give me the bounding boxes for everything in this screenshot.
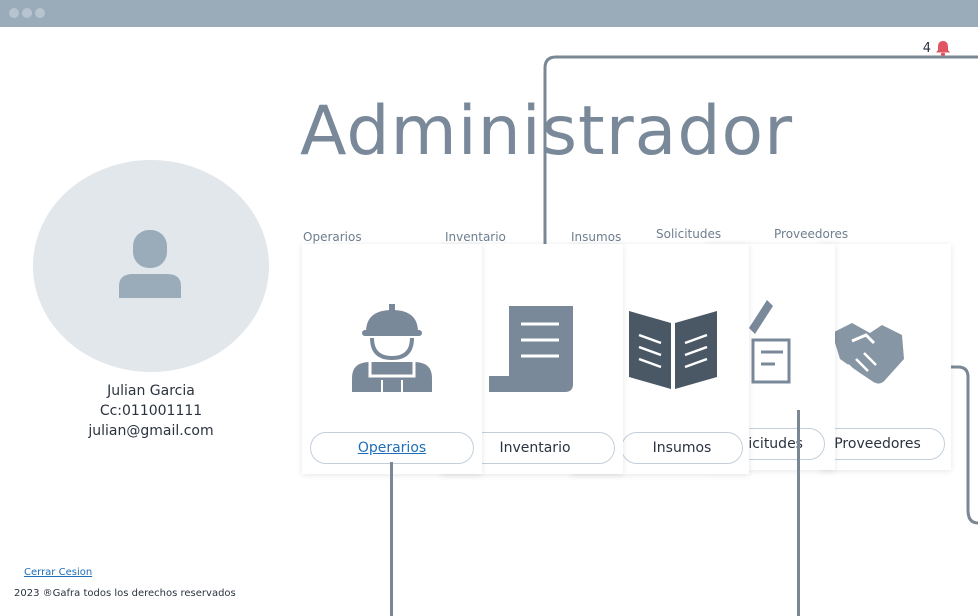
- window-dot: [22, 8, 32, 18]
- category-label-proveedores: Proveedores: [774, 227, 849, 241]
- bell-icon: [936, 41, 950, 56]
- card-operarios: Operarios: [302, 244, 482, 474]
- page-title: Administrador: [300, 92, 794, 171]
- inventario-button-label: Inventario: [499, 440, 571, 456]
- card-proveedores: Proveedores: [810, 244, 951, 470]
- window-titlebar: [0, 0, 978, 27]
- category-label-operarios: Operarios: [303, 230, 362, 244]
- user-document: Cc:011001111: [99, 403, 203, 419]
- handshake-icon: [832, 323, 904, 384]
- notification-count: 4: [922, 40, 931, 56]
- decorative-line: [390, 462, 393, 616]
- avatar: [33, 160, 269, 372]
- insumos-button[interactable]: Insumos: [621, 432, 743, 464]
- user-icon: [119, 230, 181, 298]
- category-label-insumos: Insumos: [571, 230, 622, 244]
- decorative-line: [797, 410, 800, 616]
- insumos-button-label: Insumos: [652, 440, 712, 456]
- open-book-icon: [629, 311, 717, 389]
- scroll-document-icon: [489, 306, 573, 392]
- user-info: Julian Garcia Cc:011001111 julian@gmail.…: [33, 381, 269, 441]
- window-dot: [35, 8, 45, 18]
- category-label-solicitudes: Solicitudes: [656, 227, 722, 241]
- proveedores-button-label: Proveedores: [834, 436, 921, 452]
- notifications[interactable]: 4: [923, 40, 952, 56]
- user-email: julian@gmail.com: [88, 423, 214, 439]
- logout-link[interactable]: Cerrar Cesion: [24, 567, 92, 578]
- category-label-inventario: Inventario: [445, 230, 506, 244]
- user-name: Julian Garcia: [107, 383, 195, 399]
- worker-icon: [352, 304, 432, 392]
- edit-document-icon: [749, 300, 791, 384]
- window-dot: [9, 8, 19, 18]
- operarios-button-label: Operarios: [357, 440, 427, 456]
- copyright-text: 2023 ®Gafra todos los derechos reservado…: [14, 588, 236, 599]
- operarios-button[interactable]: Operarios: [310, 432, 474, 464]
